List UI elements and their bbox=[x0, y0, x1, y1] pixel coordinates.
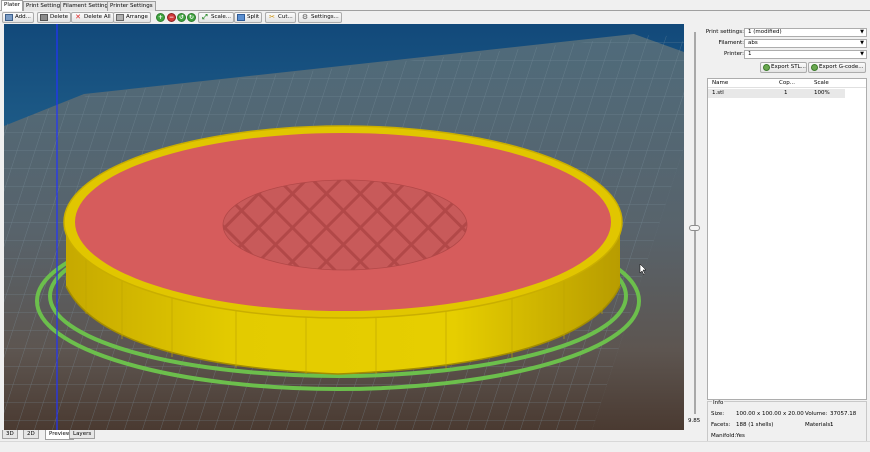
settings-gear-icon: ⚙ bbox=[301, 13, 309, 21]
infill-region bbox=[222, 179, 468, 271]
export-stl-icon bbox=[763, 64, 770, 71]
materials-label: Materials: bbox=[805, 422, 833, 428]
scale-arrows-icon: ⤢ bbox=[202, 13, 208, 21]
object-row[interactable]: 1.stl 1 100% bbox=[708, 89, 845, 98]
size-value: 100.00 x 100.00 x 20.00 bbox=[736, 411, 804, 417]
tab-plater[interactable]: Plater bbox=[1, 0, 24, 11]
tab-printer-settings[interactable]: Printer Settings bbox=[107, 1, 156, 11]
increase-copies-icon[interactable]: + bbox=[156, 13, 165, 22]
filament-value: abs bbox=[748, 40, 758, 46]
split-button-label: Split bbox=[247, 14, 260, 20]
info-box: Info Size: 100.00 x 100.00 x 20.00 Volum… bbox=[707, 400, 867, 442]
arrange-icon bbox=[116, 14, 124, 21]
object-scale: 100% bbox=[814, 90, 830, 96]
filament-select[interactable]: abs ▼ bbox=[744, 39, 867, 48]
tab-filament-settings[interactable]: Filament Settings bbox=[60, 1, 114, 11]
rotate-left-icon[interactable]: ↺ bbox=[177, 13, 186, 22]
cut-icon: ✂ bbox=[269, 13, 275, 21]
filament-row: Filament: abs ▼ bbox=[707, 39, 867, 49]
chevron-down-icon: ▼ bbox=[860, 40, 864, 46]
delete-button[interactable]: Delete bbox=[37, 12, 72, 23]
split-icon bbox=[237, 14, 245, 21]
delete-button-label: Delete bbox=[50, 14, 69, 20]
settings-button[interactable]: ⚙ Settings... bbox=[298, 12, 342, 23]
tab-3d[interactable]: 3D bbox=[2, 430, 18, 439]
arrange-button-label: Arrange bbox=[126, 14, 148, 20]
view-tab-bar: 3D 2D Preview Layers bbox=[0, 430, 700, 440]
preview-viewport[interactable] bbox=[4, 24, 684, 430]
export-gcode-label: Export G-code... bbox=[819, 64, 864, 70]
scale-button-label: Scale... bbox=[211, 14, 232, 20]
layer-slider-thumb[interactable] bbox=[689, 225, 700, 231]
manifold-value: Yes bbox=[736, 433, 745, 439]
info-legend: Info bbox=[712, 400, 725, 406]
delete-all-button[interactable]: ✕ Delete All bbox=[71, 12, 114, 23]
manifold-label: Manifold: bbox=[711, 433, 737, 439]
main-tab-bar: Plater Print Settings Filament Settings … bbox=[0, 0, 870, 11]
object-name: 1.stl bbox=[712, 90, 724, 96]
volume-label: Volume: bbox=[805, 411, 828, 417]
cut-button-label: Cut... bbox=[278, 14, 293, 20]
export-gcode-button[interactable]: Export G-code... bbox=[808, 62, 866, 73]
chevron-down-icon: ▼ bbox=[860, 29, 864, 35]
facets-label: Facets: bbox=[711, 422, 731, 428]
facets-value: 188 (1 shells) bbox=[736, 422, 774, 428]
status-bar bbox=[0, 441, 870, 452]
object-list-header: Name Cop... Scale bbox=[708, 79, 866, 88]
printer-label: Printer: bbox=[723, 51, 744, 57]
right-panel: Print settings: 1 (modified) ▼ Filament:… bbox=[705, 24, 867, 442]
filament-label: Filament: bbox=[718, 40, 744, 46]
rotate-right-icon[interactable]: ↻ bbox=[187, 13, 196, 22]
print-settings-label: Print settings: bbox=[705, 29, 744, 35]
delete-icon bbox=[40, 14, 48, 21]
chevron-down-icon: ▼ bbox=[860, 51, 864, 57]
layer-height-value: 9.85 bbox=[688, 418, 701, 424]
column-copies[interactable]: Cop... bbox=[779, 80, 795, 86]
export-stl-label: Export STL... bbox=[771, 64, 806, 70]
export-stl-button[interactable]: Export STL... bbox=[760, 62, 807, 73]
object-list[interactable]: Name Cop... Scale 1.stl 1 100% bbox=[707, 78, 867, 400]
cut-button[interactable]: ✂ Cut... bbox=[265, 12, 296, 23]
layer-slider-track bbox=[694, 32, 696, 414]
split-button[interactable]: Split bbox=[234, 12, 263, 23]
volume-value: 37057.18 bbox=[830, 411, 857, 417]
printer-value: 1 bbox=[748, 51, 752, 57]
print-settings-select[interactable]: 1 (modified) ▼ bbox=[744, 28, 867, 37]
scale-button[interactable]: ⤢ Scale... bbox=[198, 12, 235, 23]
size-label: Size: bbox=[711, 411, 725, 417]
printer-select[interactable]: 1 ▼ bbox=[744, 50, 867, 59]
arrange-button[interactable]: Arrange bbox=[113, 12, 151, 23]
add-brick-icon bbox=[5, 14, 13, 21]
object-copies: 1 bbox=[784, 90, 788, 96]
decrease-copies-icon[interactable]: − bbox=[167, 13, 176, 22]
delete-all-x-icon: ✕ bbox=[75, 13, 81, 21]
plater-toolbar: Add... Delete ✕ Delete All Arrange + − ↺… bbox=[0, 11, 870, 24]
settings-button-label: Settings... bbox=[311, 14, 339, 20]
layer-slider[interactable]: 9.85 bbox=[685, 24, 705, 430]
column-name[interactable]: Name bbox=[712, 80, 728, 86]
add-button-label: Add... bbox=[15, 14, 31, 20]
tab-2d[interactable]: 2D bbox=[23, 430, 39, 439]
print-settings-value: 1 (modified) bbox=[748, 29, 782, 35]
export-gcode-icon bbox=[811, 64, 818, 71]
column-scale[interactable]: Scale bbox=[814, 80, 829, 86]
materials-value: 1 bbox=[830, 422, 834, 428]
tab-layers[interactable]: Layers bbox=[69, 430, 96, 439]
delete-all-button-label: Delete All bbox=[84, 14, 111, 20]
preview-scene bbox=[4, 24, 684, 430]
add-button[interactable]: Add... bbox=[2, 12, 34, 23]
printer-row: Printer: 1 ▼ bbox=[707, 50, 867, 60]
print-settings-row: Print settings: 1 (modified) ▼ bbox=[705, 28, 867, 38]
